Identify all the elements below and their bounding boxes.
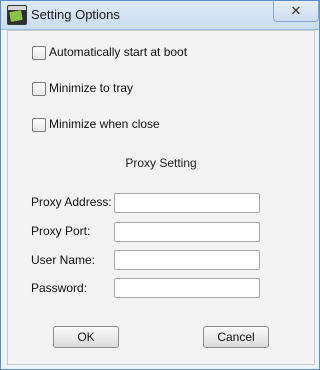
password-input[interactable] (114, 278, 260, 298)
window-title: Setting Options (31, 7, 120, 22)
proxy-address-input[interactable] (114, 193, 260, 213)
app-icon (7, 5, 27, 25)
close-icon: ✕ (290, 3, 302, 18)
settings-panel: Automatically start at boot Minimize to … (7, 30, 315, 365)
minimize-tray-checkbox[interactable] (32, 82, 46, 96)
user-name-input[interactable] (114, 250, 260, 270)
minimize-close-checkbox[interactable] (32, 118, 46, 132)
autostart-checkbox[interactable] (32, 46, 46, 60)
ok-button[interactable]: OK (53, 326, 119, 348)
minimize-close-label: Minimize when close (49, 117, 160, 131)
user-name-label: User Name: (31, 253, 96, 267)
settings-window: Setting Options ✕ Automatically start at… (0, 0, 320, 370)
close-button[interactable]: ✕ (273, 1, 319, 22)
password-label: Password: (31, 281, 88, 295)
proxy-section-title: Proxy Setting (125, 156, 197, 170)
proxy-port-input[interactable] (114, 222, 260, 242)
title-bar[interactable]: Setting Options ✕ (1, 1, 319, 30)
cancel-button[interactable]: Cancel (203, 326, 269, 348)
minimize-tray-label: Minimize to tray (49, 81, 134, 95)
autostart-label: Automatically start at boot (49, 45, 188, 59)
proxy-address-label: Proxy Address: (31, 195, 112, 209)
proxy-port-label: Proxy Port: (31, 224, 91, 238)
